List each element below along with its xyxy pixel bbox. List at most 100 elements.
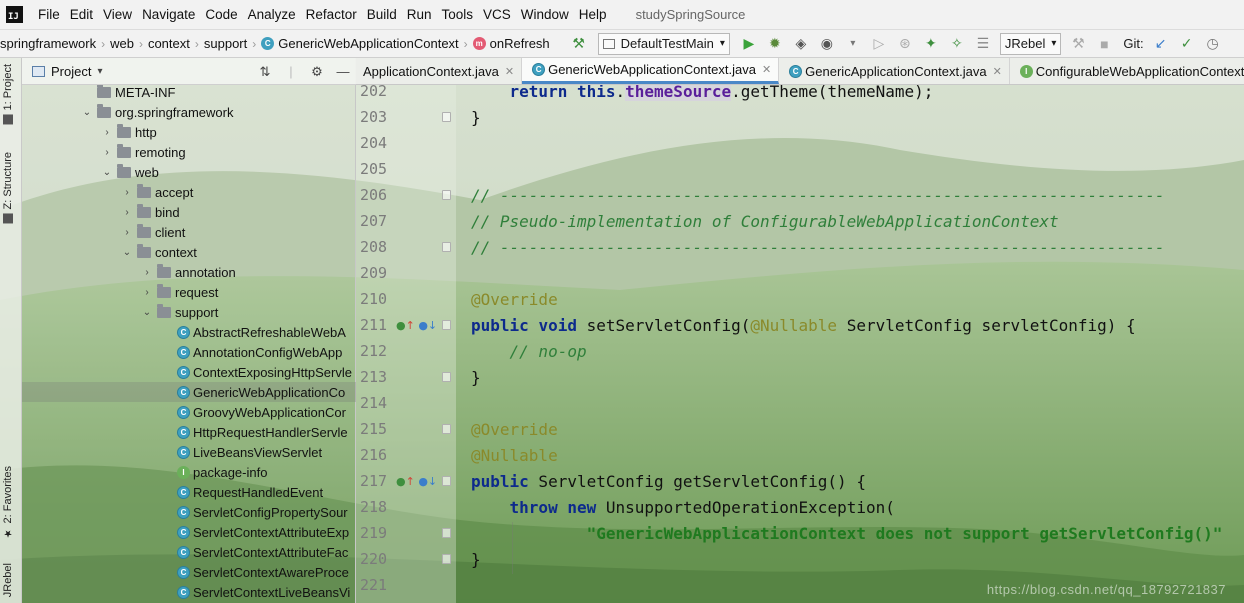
coverage-shield-icon[interactable]: ◈	[790, 33, 812, 55]
tree-item[interactable]: C ContextExposingHttpServle	[22, 362, 356, 382]
chevron-down-icon[interactable]: ⌄	[140, 307, 154, 318]
fold-marker-icon[interactable]	[442, 476, 451, 486]
tree-item[interactable]: › request	[22, 282, 356, 302]
override-implement-icon[interactable]: ●↑ ●↓	[396, 319, 437, 332]
tree-item[interactable]: ⌄ org.springframework	[22, 102, 356, 122]
fold-marker-icon[interactable]	[442, 112, 451, 122]
fold-marker-icon[interactable]	[442, 242, 451, 252]
fold-marker-icon[interactable]	[442, 528, 451, 538]
more-run-options-icon[interactable]: ▾	[842, 33, 864, 55]
editor-tab[interactable]: I ConfigurableWebApplicationContext.ja	[1010, 58, 1244, 84]
debug-bug-icon[interactable]: ✹	[764, 33, 786, 55]
breadcrumb-class[interactable]: C GenericWebApplicationContext ›	[261, 36, 472, 51]
code-line[interactable]: 206 // ----------------------------------…	[356, 182, 1244, 208]
menu-window[interactable]: Window	[516, 7, 574, 22]
tree-item[interactable]: C AnnotationConfigWebApp	[22, 342, 356, 362]
breadcrumb-springframework[interactable]: springframework ›	[0, 36, 110, 51]
jrebel-run-icon[interactable]: ✦	[920, 33, 942, 55]
menu-analyze[interactable]: Analyze	[243, 7, 301, 22]
tree-item[interactable]: › accept	[22, 182, 356, 202]
attach-debugger-icon[interactable]: ⊛	[894, 33, 916, 55]
code-line[interactable]: 208 // ----------------------------------…	[356, 234, 1244, 260]
tree-item[interactable]: C LiveBeansViewServlet	[22, 442, 356, 462]
jrebel-debug-icon[interactable]: ✧	[946, 33, 968, 55]
tree-item[interactable]: › remoting	[22, 142, 356, 162]
jrebel-panel-icon[interactable]: ☰	[972, 33, 994, 55]
git-history-icon[interactable]: ◷	[1202, 33, 1224, 55]
tree-item[interactable]: › client	[22, 222, 356, 242]
code-line[interactable]: 210 @Override	[356, 286, 1244, 312]
code-line[interactable]: 218 throw new UnsupportedOperationExcept…	[356, 494, 1244, 520]
tree-item[interactable]: C ServletContextAttributeFac	[22, 542, 356, 562]
code-line[interactable]: 203}	[356, 104, 1244, 130]
chevron-right-icon[interactable]: ›	[100, 147, 114, 158]
menu-help[interactable]: Help	[574, 7, 612, 22]
menu-refactor[interactable]: Refactor	[301, 7, 362, 22]
tree-item[interactable]: › bind	[22, 202, 356, 222]
menu-build[interactable]: Build	[362, 7, 402, 22]
editor-tab[interactable]: C GenericWebApplicationContext.java ✕	[522, 58, 780, 84]
code-line[interactable]: 211 ●↑ ●↓ public void setServletConfig(@Nu…	[356, 312, 1244, 338]
chevron-right-icon[interactable]: ›	[140, 287, 154, 298]
breadcrumb-method[interactable]: m onRefresh	[472, 36, 550, 51]
chevron-right-icon[interactable]: ›	[100, 127, 114, 138]
menu-run[interactable]: Run	[402, 7, 437, 22]
fold-marker-icon[interactable]	[442, 320, 451, 330]
tab-favorites[interactable]: ★ 2: Favorites	[2, 466, 14, 542]
tree-item[interactable]: C ServletConfigPropertySour	[22, 502, 356, 522]
code-line[interactable]: 212 // no-op	[356, 338, 1244, 364]
chevron-right-icon[interactable]: ›	[120, 207, 134, 218]
editor-tab[interactable]: C GenericApplicationContext.java ✕	[779, 58, 1010, 84]
code-line[interactable]: 220}	[356, 546, 1244, 572]
code-line[interactable]: 216 @Nullable	[356, 442, 1244, 468]
code-line[interactable]: 214	[356, 390, 1244, 416]
code-line[interactable]: 213}	[356, 364, 1244, 390]
jrebel-select[interactable]: JRebel ▾	[999, 32, 1062, 55]
tree-item[interactable]: Ipackage-info	[22, 462, 356, 482]
code-editor[interactable]: 202 return this.themeSource.getTheme(the…	[356, 85, 1244, 603]
tree-item[interactable]: C HttpRequestHandlerServle	[22, 422, 356, 442]
git-commit-check-icon[interactable]: ✓	[1176, 33, 1198, 55]
build-hammer-icon[interactable]: ⚒	[568, 33, 590, 55]
menu-tools[interactable]: Tools	[437, 7, 479, 22]
tab-project[interactable]: 1: Project	[2, 64, 14, 128]
tree-item[interactable]: ⌄ support	[22, 302, 356, 322]
run-configuration-select[interactable]: DefaultTestMain ▾	[597, 32, 730, 55]
menu-file[interactable]: File	[33, 7, 65, 22]
run-icon[interactable]: ▶	[738, 33, 760, 55]
menu-view[interactable]: View	[98, 7, 137, 22]
code-line[interactable]: 209	[356, 260, 1244, 286]
tab-structure[interactable]: Z: Structure	[2, 152, 14, 227]
breadcrumb-web[interactable]: web ›	[110, 36, 148, 51]
tree-item[interactable]: META-INF	[22, 85, 356, 102]
code-line[interactable]: 217 ●↑ ●↓ public ServletConfig getServletC…	[356, 468, 1244, 494]
stop-disabled-icon[interactable]: ▷	[868, 33, 890, 55]
chevron-down-icon[interactable]: ⌄	[100, 167, 114, 178]
menu-navigate[interactable]: Navigate	[137, 7, 200, 22]
hide-panel-icon[interactable]: —	[333, 64, 353, 79]
code-line[interactable]: 207 // Pseudo-implementation of Configura…	[356, 208, 1244, 234]
chevron-down-icon[interactable]: ⌄	[80, 107, 94, 118]
chevron-down-icon[interactable]: ▾	[97, 66, 102, 77]
tree-item[interactable]: › annotation	[22, 262, 356, 282]
fold-marker-icon[interactable]	[442, 424, 451, 434]
tree-item[interactable]: C GroovyWebApplicationCor	[22, 402, 356, 422]
tree-item[interactable]: ⌄ web	[22, 162, 356, 182]
chevron-right-icon[interactable]: ›	[120, 227, 134, 238]
git-update-icon[interactable]: ↙	[1150, 33, 1172, 55]
tree-item[interactable]: C RequestHandledEvent	[22, 482, 356, 502]
collapse-all-icon[interactable]: ⇅	[255, 64, 275, 80]
menu-vcs[interactable]: VCS	[478, 7, 516, 22]
code-line[interactable]: 205	[356, 156, 1244, 182]
fold-marker-icon[interactable]	[442, 554, 451, 564]
chevron-down-icon[interactable]: ⌄	[120, 247, 134, 258]
menu-code[interactable]: Code	[200, 7, 242, 22]
fold-marker-icon[interactable]	[442, 190, 451, 200]
tree-item[interactable]: ⌄ context	[22, 242, 356, 262]
tree-item[interactable]: C ServletContextAwareProce	[22, 562, 356, 582]
profile-icon[interactable]: ◉	[816, 33, 838, 55]
breadcrumb-context[interactable]: context ›	[148, 36, 204, 51]
menu-edit[interactable]: Edit	[65, 7, 98, 22]
tree-item[interactable]: C GenericWebApplicationCo	[22, 382, 356, 402]
tab-jrebel[interactable]: JRebel	[2, 563, 14, 597]
